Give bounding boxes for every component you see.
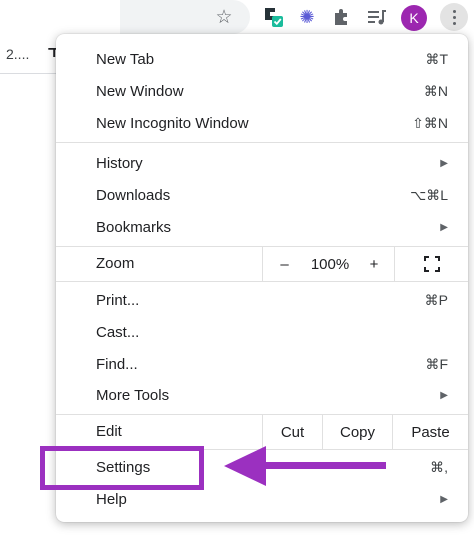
chrome-menu-kebab-icon[interactable]: [440, 3, 468, 31]
annotation-arrow-shaft: [262, 462, 386, 469]
submenu-arrow-icon: ▶: [440, 221, 448, 233]
menu-item-shortcut: ⌘,: [430, 458, 448, 475]
menu-item-shortcut: ⌘N: [423, 82, 448, 99]
menu-row-edit: Edit Cut Copy Paste: [56, 415, 468, 449]
copy-button[interactable]: Copy: [322, 415, 392, 449]
menu-item-cast[interactable]: Cast...: [56, 316, 468, 348]
menu-item-print[interactable]: Print... ⌘P: [56, 284, 468, 316]
submenu-arrow-icon: ▶: [440, 493, 448, 505]
menu-item-shortcut: ⌘F: [425, 355, 448, 372]
menu-separator: [56, 142, 468, 143]
page-text-fragment: 2....: [6, 46, 30, 62]
menu-item-label: Bookmarks: [96, 218, 172, 236]
menu-item-label: New Incognito Window: [96, 114, 249, 132]
menu-item-shortcut: ⇧⌘N: [412, 114, 448, 131]
menu-item-label: History: [96, 154, 143, 172]
menu-item-bookmarks[interactable]: Bookmarks ▶: [56, 211, 468, 243]
menu-item-shortcut: ⌘P: [424, 291, 448, 308]
menu-item-label: New Window: [96, 82, 184, 100]
submenu-arrow-icon: ▶: [440, 157, 448, 169]
menu-item-label: Print...: [96, 291, 140, 309]
paste-button[interactable]: Paste: [392, 415, 468, 449]
zoom-in-button[interactable]: +: [354, 247, 394, 281]
zoom-out-button[interactable]: –: [262, 247, 306, 281]
menu-item-more-tools[interactable]: More Tools ▶: [56, 379, 468, 411]
bookmark-star-icon[interactable]: ☆: [213, 6, 235, 28]
menu-item-label: New Tab: [96, 50, 155, 68]
extension-shield-icon[interactable]: [262, 6, 284, 28]
menu-item-shortcut: ⌥⌘L: [410, 186, 448, 203]
extension-sparkle-icon[interactable]: ✺: [296, 6, 318, 28]
menu-item-shortcut: ⌘T: [425, 50, 448, 67]
cut-button[interactable]: Cut: [262, 415, 322, 449]
menu-item-label: Find...: [96, 355, 138, 373]
menu-row-zoom: Zoom – 100% +: [56, 247, 468, 281]
extensions-puzzle-icon[interactable]: [330, 6, 352, 28]
settings-highlight-box: [40, 446, 204, 490]
profile-avatar[interactable]: K: [401, 5, 427, 31]
menu-item-label: Cast...: [96, 323, 140, 341]
annotation-arrow-head-icon: [224, 446, 266, 486]
menu-item-downloads[interactable]: Downloads ⌥⌘L: [56, 179, 468, 211]
zoom-level-value: 100%: [310, 255, 350, 273]
submenu-arrow-icon: ▶: [440, 389, 448, 401]
menu-separator: [56, 281, 468, 282]
fullscreen-button[interactable]: [394, 247, 468, 281]
page-divider: [0, 73, 58, 74]
menu-item-new-window[interactable]: New Window ⌘N: [56, 75, 468, 107]
menu-item-label: More Tools: [96, 386, 170, 404]
menu-item-history[interactable]: History ▶: [56, 147, 468, 179]
media-playlist-icon[interactable]: [366, 6, 388, 28]
browser-toolbar: ☆ ✺ K: [0, 0, 474, 34]
menu-item-new-incognito-window[interactable]: New Incognito Window ⇧⌘N: [56, 107, 468, 139]
menu-item-new-tab[interactable]: New Tab ⌘T: [56, 43, 468, 75]
menu-item-label: Help: [96, 490, 127, 508]
menu-item-label: Downloads: [96, 186, 171, 204]
menu-item-find[interactable]: Find... ⌘F: [56, 348, 468, 380]
edit-label: Edit: [96, 423, 122, 440]
zoom-label: Zoom: [96, 255, 135, 272]
fullscreen-icon: [423, 256, 440, 272]
